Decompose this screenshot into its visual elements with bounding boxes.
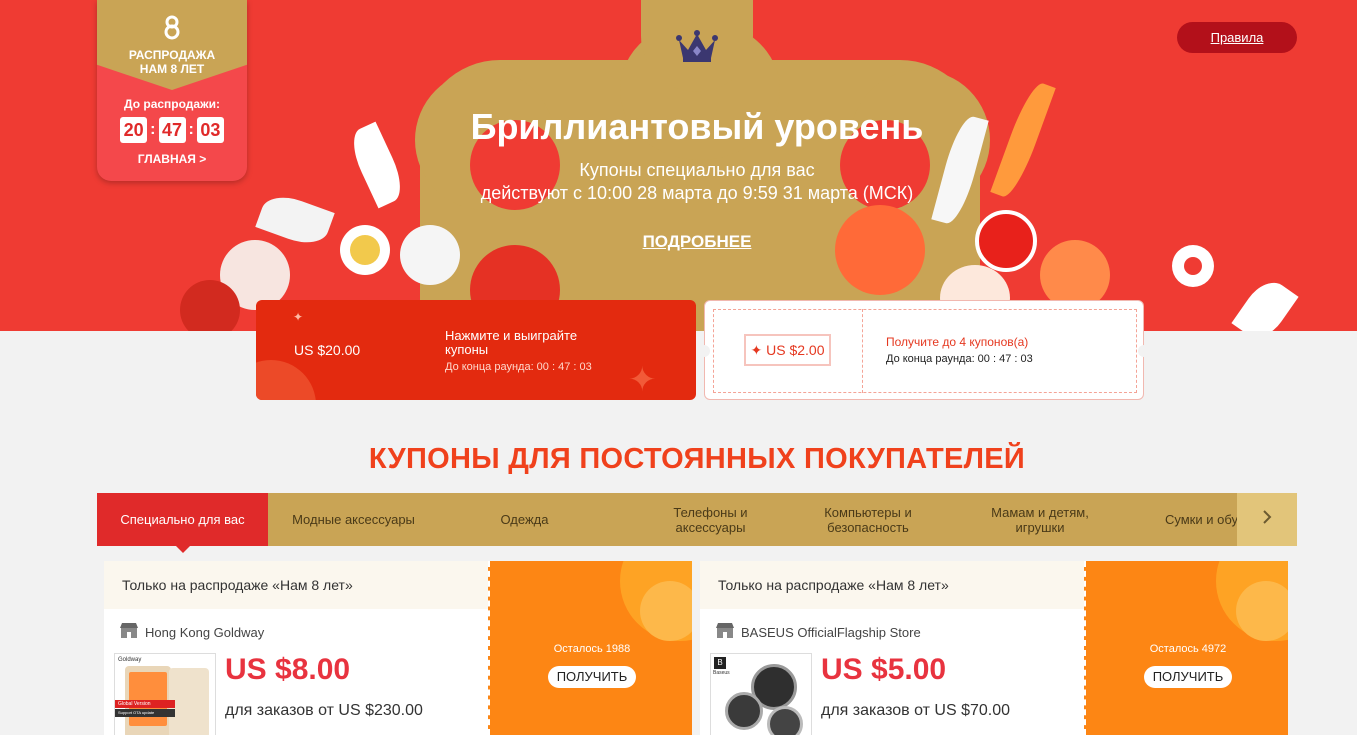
store-coupon-card: Только на распродаже «Нам 8 лет» Hong Ko… bbox=[104, 561, 692, 735]
coupon-divider bbox=[862, 309, 863, 393]
more-details-link[interactable]: ПОДРОБНЕЕ bbox=[597, 232, 797, 252]
store-coupon-card: Только на распродаже «Нам 8 лет» BASEUS … bbox=[700, 561, 1288, 735]
number-eight-icon bbox=[159, 14, 185, 40]
timer-separator: : bbox=[150, 121, 156, 138]
tab-mother-kids-toys[interactable]: Мамам и детям, игрушки bbox=[965, 493, 1115, 546]
store-name: BASEUS OfficialFlagship Store bbox=[741, 624, 921, 640]
phone-back-image bbox=[169, 668, 209, 735]
baseus-logo-icon: B bbox=[714, 657, 726, 669]
store-name: Hong Kong Goldway bbox=[145, 624, 265, 640]
flower-decoration bbox=[975, 210, 1037, 272]
home-link[interactable]: ГЛАВНАЯ > bbox=[97, 152, 247, 166]
hero-validity-dates: действуют с 10:00 28 марта до 9:59 31 ма… bbox=[480, 183, 914, 203]
coupon-notch bbox=[1138, 345, 1150, 357]
sparkle-icon: ✦ bbox=[628, 361, 657, 399]
countdown-hours: 20 bbox=[120, 117, 148, 143]
flower-decoration bbox=[400, 225, 460, 285]
panel-decoration bbox=[1236, 581, 1288, 641]
remaining-count: Осталось 1988 bbox=[553, 643, 631, 655]
coupon-claim-panel: Осталось 1988 ПОЛУЧИТЬ bbox=[488, 561, 692, 735]
coupon-amount-tag: ✦ US $2.00 bbox=[744, 334, 831, 366]
get-coupon-button[interactable]: ПОЛУЧИТЬ bbox=[548, 666, 636, 688]
chevron-right-icon bbox=[1262, 509, 1272, 530]
category-tabs: Специально для вас Модные аксессуары Оде… bbox=[97, 493, 1297, 553]
coupon-price: US $5.00 bbox=[821, 653, 947, 686]
store-name-row[interactable]: Hong Kong Goldway bbox=[120, 623, 264, 641]
flower-decoration bbox=[180, 280, 240, 331]
coupon-card-header: Только на распродаже «Нам 8 лет» bbox=[104, 561, 488, 609]
sale-title: РАСПРОДАЖА НАМ 8 ЛЕТ bbox=[97, 48, 247, 76]
thumb-tag: Global Version bbox=[115, 700, 175, 708]
coupon-decoration bbox=[256, 360, 316, 400]
tab-fashion-accessories[interactable]: Модные аксессуары bbox=[268, 493, 439, 546]
countdown-timer: 20 : 47 : 03 bbox=[115, 117, 229, 143]
coupon-price: US $8.00 bbox=[225, 653, 351, 686]
sale-title-line1: РАСПРОДАЖА bbox=[128, 48, 216, 62]
sparkle-icon: ✦ bbox=[293, 310, 304, 324]
store-name-row[interactable]: BASEUS OfficialFlagship Store bbox=[716, 623, 921, 641]
coupon-claim-panel: Осталось 4972 ПОЛУЧИТЬ bbox=[1084, 561, 1288, 735]
tabs-next-button[interactable] bbox=[1237, 493, 1297, 546]
panel-decoration bbox=[640, 581, 692, 641]
hero-subtitle: Купоны специально для вас bbox=[579, 160, 815, 180]
countdown-label: До распродажи: bbox=[124, 97, 220, 111]
coupon-amount: US $20.00 bbox=[294, 342, 361, 358]
flower-decoration bbox=[835, 205, 925, 295]
countdown-minutes: 47 bbox=[158, 117, 186, 143]
coupon-message: Нажмите и выиграйте купоны bbox=[445, 328, 578, 357]
coupon-notch bbox=[698, 345, 710, 357]
round-timer: До конца раунда: 00 : 47 : 03 bbox=[886, 353, 1033, 365]
product-thumbnail[interactable]: Goldway Global Version Support OTA updat… bbox=[114, 653, 216, 735]
store-icon bbox=[716, 623, 734, 641]
round-timer: До конца раунда: 00 : 47 : 03 bbox=[445, 361, 592, 373]
sparkle-icon: ✦ bbox=[750, 342, 763, 358]
flower-center bbox=[1184, 257, 1202, 275]
coupon-card-click-win[interactable]: ✦ ✦ US $20.00 Нажмите и выиграйте купоны… bbox=[256, 300, 696, 400]
leaf-decoration bbox=[1231, 273, 1299, 331]
remaining-count: Осталось 4972 bbox=[1149, 643, 1227, 655]
tab-special-for-you[interactable]: Специально для вас bbox=[97, 493, 268, 553]
phone-screen bbox=[129, 672, 167, 726]
coupon-card-header: Только на распродаже «Нам 8 лет» bbox=[700, 561, 1084, 609]
leaf-decoration bbox=[990, 79, 1056, 201]
store-icon bbox=[120, 623, 138, 641]
countdown-seconds: 03 bbox=[196, 117, 224, 143]
tab-phones-accessories[interactable]: Телефоны и аксессуары bbox=[639, 493, 782, 546]
timer-separator: : bbox=[188, 121, 194, 138]
thumb-brand: Goldway bbox=[118, 657, 142, 663]
hero-title: Бриллиантовый уровень bbox=[470, 106, 924, 147]
product-thumbnail[interactable]: B Baseus bbox=[710, 653, 812, 735]
tab-clothing[interactable]: Одежда bbox=[439, 493, 610, 546]
min-order: для заказов от US $230.00 bbox=[225, 702, 423, 719]
tab-bags-shoes[interactable]: Сумки и обу bbox=[1137, 493, 1237, 546]
holder-image bbox=[725, 692, 763, 730]
tab-computers-security[interactable]: Компьютеры и безопасность bbox=[799, 493, 937, 546]
coupon-card-get-coupons[interactable]: ✦ US $2.00 Получите до 4 купонов(а) До к… bbox=[698, 300, 1150, 400]
rules-button[interactable]: Правила bbox=[1177, 22, 1297, 53]
coupon-message: Получите до 4 купонов(а) bbox=[886, 335, 1029, 349]
sale-countdown-badge: РАСПРОДАЖА НАМ 8 ЛЕТ До распродажи: 20 :… bbox=[97, 0, 247, 181]
thumb-brand: Baseus bbox=[713, 670, 730, 676]
section-title: КУПОНЫ ДЛЯ ПОСТОЯННЫХ ПОКУПАТЕЛЕЙ bbox=[368, 443, 1026, 475]
get-coupon-button[interactable]: ПОЛУЧИТЬ bbox=[1144, 666, 1232, 688]
min-order: для заказов от US $70.00 bbox=[821, 702, 1011, 719]
coupon-amount: US $2.00 bbox=[766, 342, 825, 358]
holder-image bbox=[767, 706, 803, 735]
flower-center bbox=[350, 235, 380, 265]
thumb-tag: Support OTA update bbox=[115, 709, 175, 717]
sale-title-line2: НАМ 8 ЛЕТ bbox=[139, 62, 205, 76]
